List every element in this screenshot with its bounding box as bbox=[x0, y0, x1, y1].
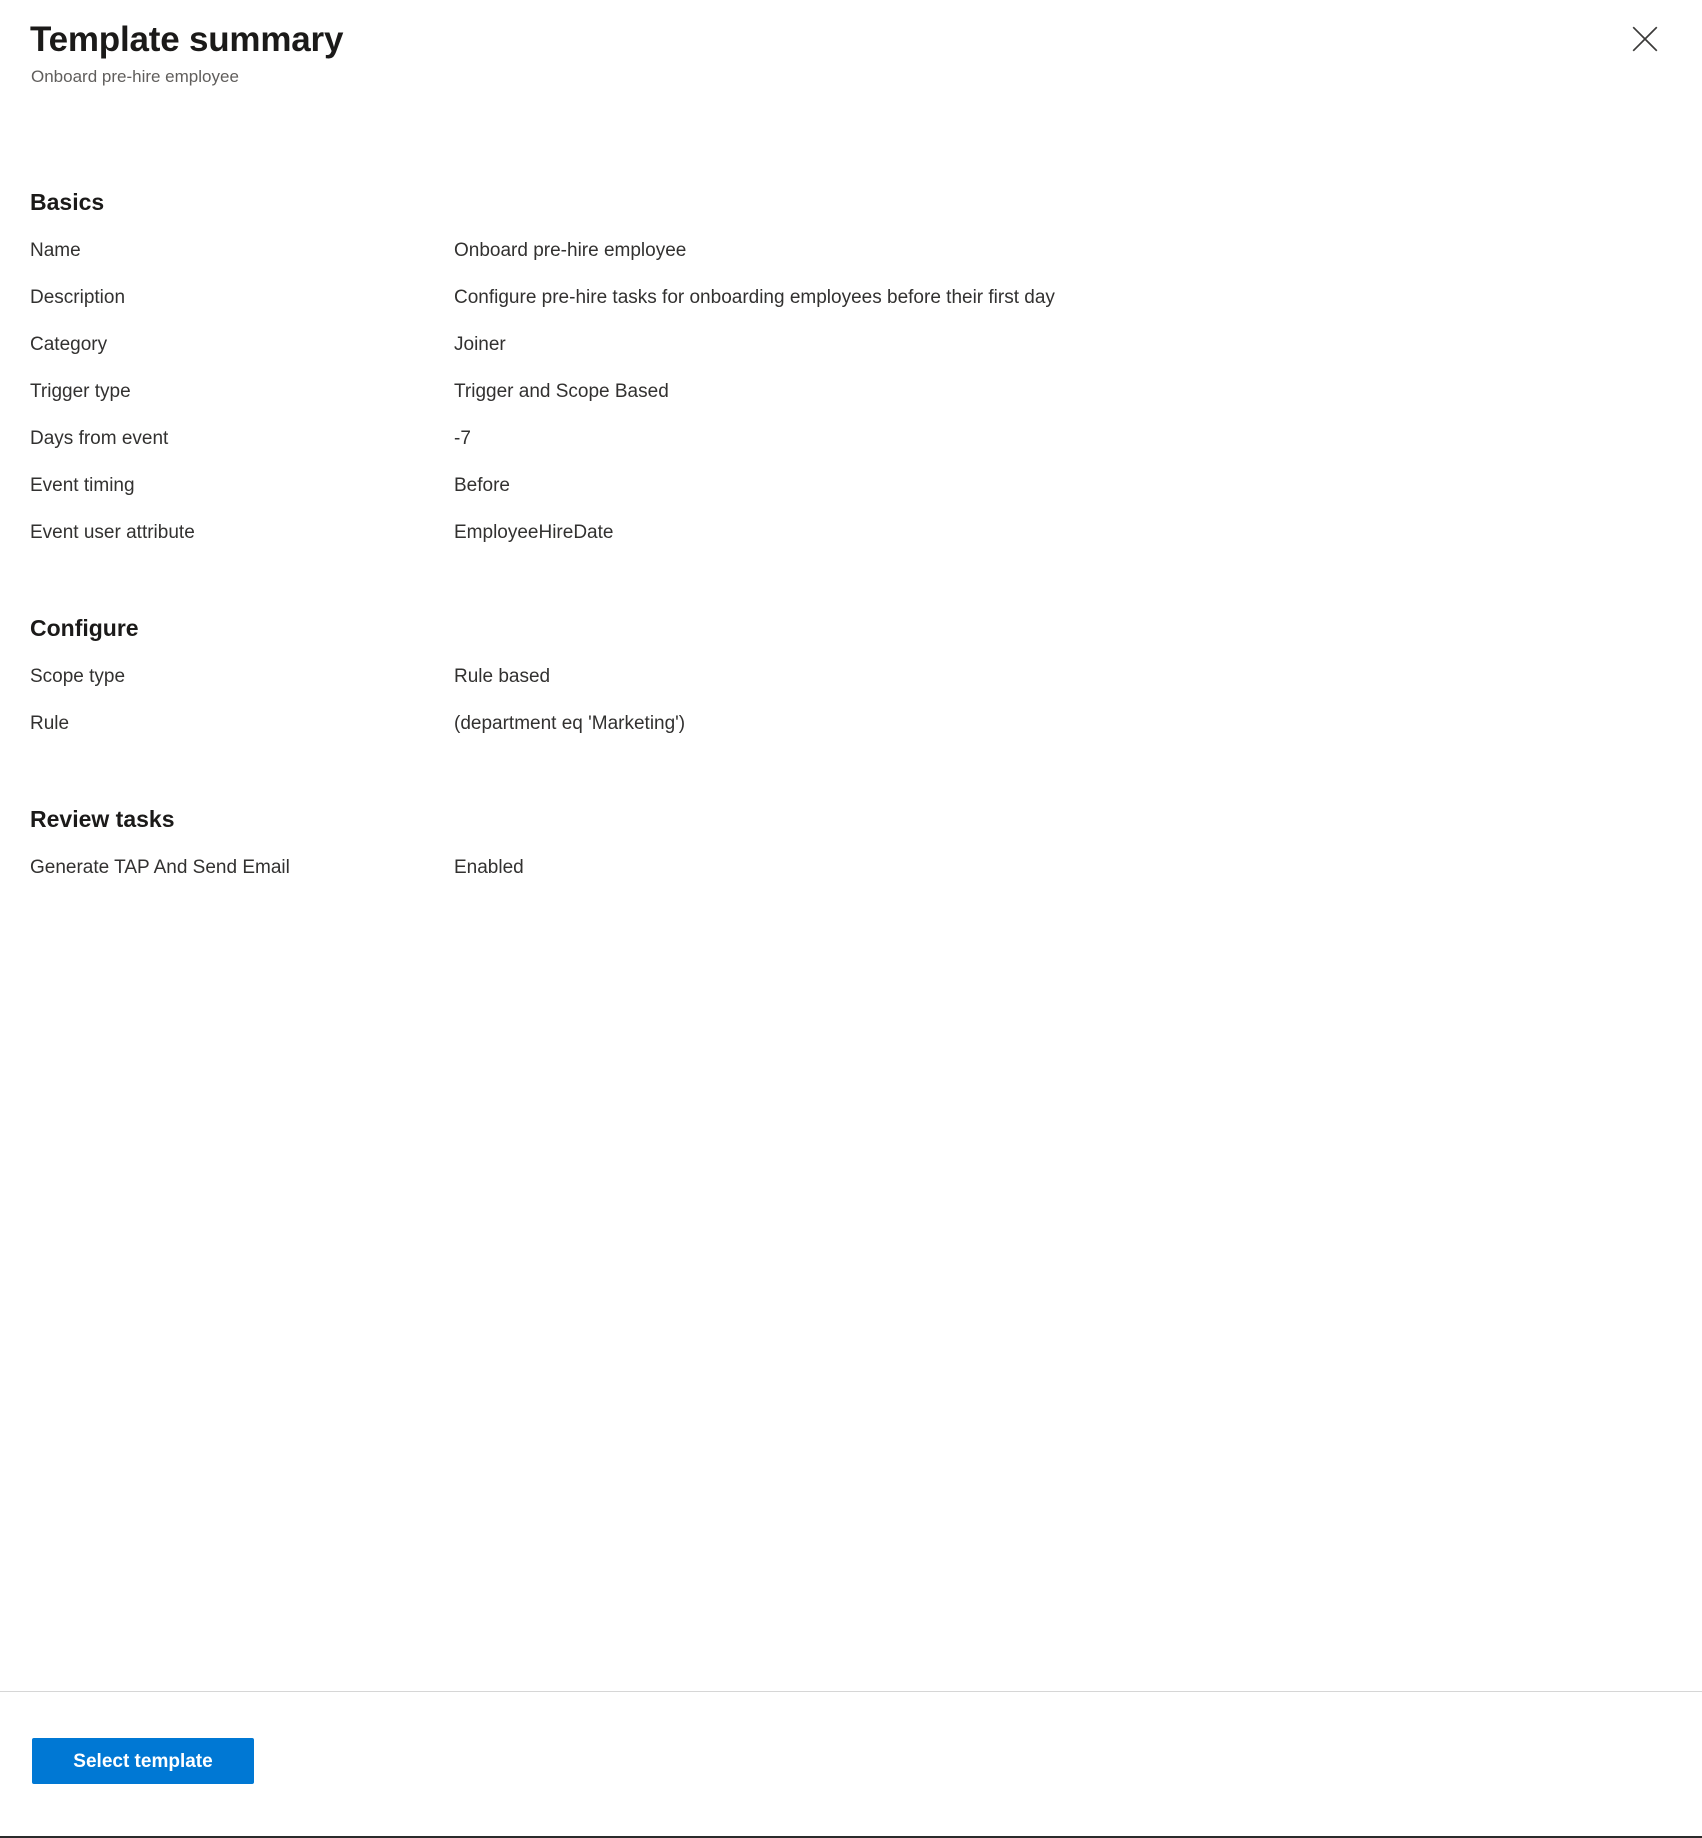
summary-row-days-from-event: Days from event -7 bbox=[30, 426, 1668, 473]
row-value: Joiner bbox=[454, 334, 506, 355]
row-label: Rule bbox=[30, 713, 70, 734]
summary-row-event-timing: Event timing Before bbox=[30, 473, 1668, 520]
row-value: -7 bbox=[454, 428, 471, 449]
row-label: Event timing bbox=[30, 475, 135, 496]
section-configure: Configure Scope type Rule based Rule (de… bbox=[30, 613, 1668, 758]
section-heading-basics: Basics bbox=[30, 189, 105, 215]
close-button[interactable] bbox=[1624, 18, 1666, 60]
row-label: Generate TAP And Send Email bbox=[30, 857, 290, 878]
row-value: Rule based bbox=[454, 666, 551, 687]
panel-footer: Select template bbox=[0, 1691, 1702, 1836]
summary-row-description: Description Configure pre-hire tasks for… bbox=[30, 285, 1668, 332]
summary-row-event-user-attribute: Event user attribute EmployeeHireDate bbox=[30, 520, 1668, 567]
panel-body: Basics Name Onboard pre-hire employee De… bbox=[0, 89, 1702, 1691]
row-label: Scope type bbox=[30, 666, 126, 687]
summary-row-trigger-type: Trigger type Trigger and Scope Based bbox=[30, 379, 1668, 426]
panel-header: Template summary Onboard pre-hire employ… bbox=[0, 0, 1702, 89]
row-value: Before bbox=[454, 475, 510, 496]
summary-row-generate-tap-and-send-email: Generate TAP And Send Email Enabled bbox=[30, 855, 1668, 902]
section-basics: Basics Name Onboard pre-hire employee De… bbox=[30, 187, 1668, 567]
summary-row-scope-type: Scope type Rule based bbox=[30, 664, 1668, 711]
summary-row-rule: Rule (department eq 'Marketing') bbox=[30, 711, 1668, 758]
row-value: Trigger and Scope Based bbox=[454, 381, 669, 402]
row-value: Configure pre-hire tasks for onboarding … bbox=[454, 287, 1055, 308]
row-label: Name bbox=[30, 240, 81, 261]
select-template-button[interactable]: Select template bbox=[32, 1738, 254, 1784]
page-subtitle: Onboard pre-hire employee bbox=[31, 67, 239, 86]
template-summary-panel: Template summary Onboard pre-hire employ… bbox=[0, 0, 1702, 1838]
summary-row-name: Name Onboard pre-hire employee bbox=[30, 238, 1668, 285]
summary-row-category: Category Joiner bbox=[30, 332, 1668, 379]
section-heading-review-tasks: Review tasks bbox=[30, 806, 175, 832]
row-label: Category bbox=[30, 334, 108, 355]
row-value: Onboard pre-hire employee bbox=[454, 240, 687, 261]
row-value: EmployeeHireDate bbox=[454, 522, 614, 543]
close-icon bbox=[1632, 26, 1658, 52]
section-review-tasks: Review tasks Generate TAP And Send Email… bbox=[30, 804, 1668, 902]
title-block: Template summary Onboard pre-hire employ… bbox=[30, 18, 1230, 89]
row-label: Trigger type bbox=[30, 381, 131, 402]
row-value: (department eq 'Marketing') bbox=[454, 713, 686, 734]
row-label: Event user attribute bbox=[30, 522, 195, 543]
row-label: Description bbox=[30, 287, 126, 308]
row-label: Days from event bbox=[30, 428, 169, 449]
section-heading-configure: Configure bbox=[30, 615, 139, 641]
page-title: Template summary bbox=[30, 20, 344, 59]
row-value: Enabled bbox=[454, 857, 524, 878]
